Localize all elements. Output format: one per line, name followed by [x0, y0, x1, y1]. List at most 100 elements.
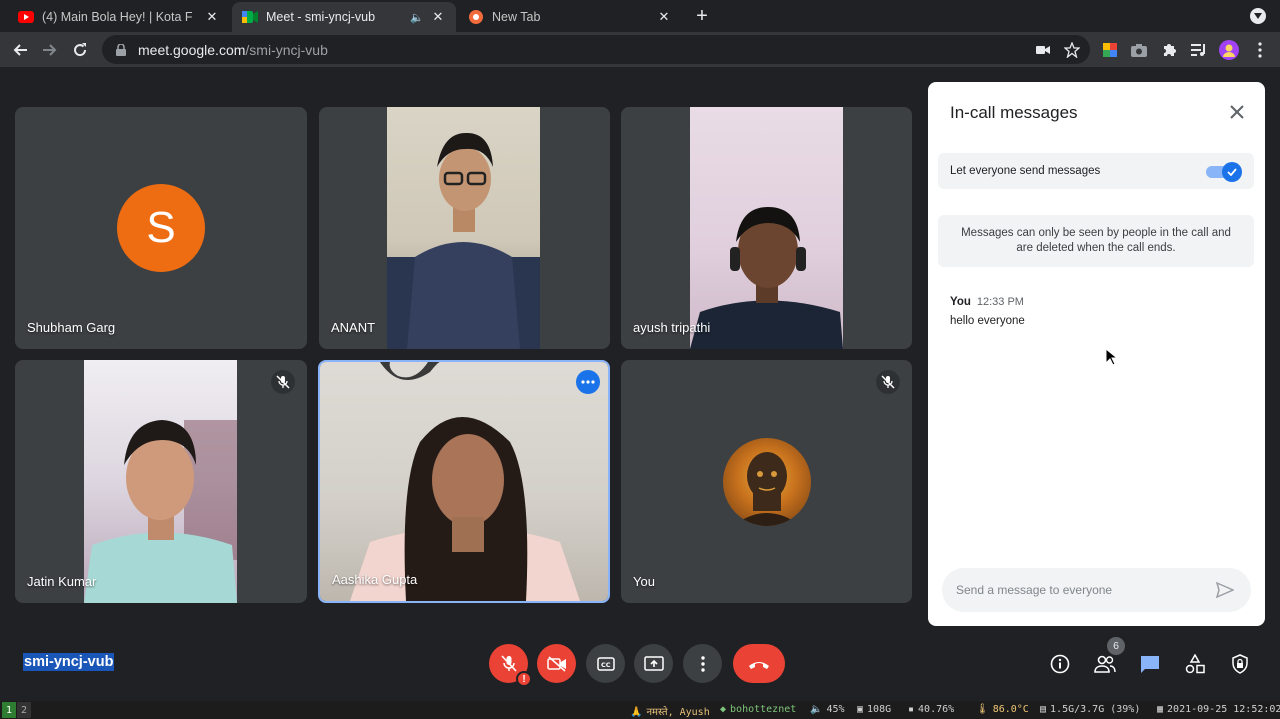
more-vert-icon — [700, 655, 705, 672]
forward-arrow-icon — [43, 44, 57, 56]
lock-icon[interactable] — [114, 43, 128, 57]
browser-tab-strip: (4) Main Bola Hey! | Kota F ✕ Meet - smi… — [0, 0, 1280, 32]
people-icon — [1094, 655, 1116, 673]
participant-tile[interactable]: ANANT — [319, 107, 610, 349]
reload-button[interactable] — [68, 38, 92, 62]
avatar: S — [117, 184, 205, 272]
chat-panel: In-call messages Let everyone send messa… — [928, 82, 1265, 626]
chat-info-notice: Messages can only be seen by people in t… — [938, 215, 1254, 267]
leave-call-button[interactable] — [733, 644, 785, 683]
volume-text: 45% — [826, 704, 845, 715]
disk-text: 108G — [867, 704, 892, 715]
screenshot-extension-icon[interactable] — [1129, 40, 1149, 60]
participant-name: Aashika Gupta — [332, 572, 418, 587]
mic-off-icon — [271, 370, 295, 394]
address-bar[interactable]: meet.google.com/smi-yncj-vub — [102, 35, 1090, 64]
closed-captions-icon: CC — [596, 656, 615, 671]
svg-text:CC: CC — [601, 661, 611, 669]
tab-search-button[interactable] — [1250, 8, 1266, 24]
tab-youtube[interactable]: (4) Main Bola Hey! | Kota F ✕ — [8, 2, 230, 32]
person-silhouette — [350, 362, 580, 601]
close-tab-icon[interactable]: ✕ — [430, 9, 446, 25]
extension-sheets-icon[interactable] — [1100, 40, 1120, 60]
datetime-status: ▦ 2021-09-25 12:52:02 — [1157, 704, 1280, 715]
person-silhouette — [690, 207, 843, 349]
message-text: hello everyone — [950, 315, 1025, 327]
browser-toolbar: meet.google.com/smi-yncj-vub — [0, 32, 1280, 67]
meeting-details-button[interactable] — [1048, 652, 1072, 676]
check-icon — [1227, 168, 1237, 176]
more-options-button[interactable] — [683, 644, 722, 683]
back-button[interactable] — [8, 38, 32, 62]
present-screen-button[interactable] — [634, 644, 673, 683]
calendar-icon: ▦ — [1157, 704, 1164, 715]
chat-button[interactable] — [1138, 652, 1162, 676]
meeting-code[interactable]: smi-yncj-vub — [23, 653, 115, 671]
send-button[interactable] — [1213, 578, 1237, 602]
captions-button[interactable]: CC — [586, 644, 625, 683]
url-domain: meet.google.com — [138, 41, 246, 58]
chat-message: You 12:33 PM hello everyone — [950, 292, 1025, 327]
chevron-down-icon — [1254, 13, 1262, 19]
present-screen-icon — [643, 655, 664, 671]
shield-lock-icon — [1232, 654, 1248, 674]
close-tab-icon[interactable]: ✕ — [204, 9, 220, 25]
wifi-icon: ◆ — [720, 704, 727, 715]
participant-tile[interactable]: Aashika Gupta — [318, 360, 610, 603]
forward-button[interactable] — [38, 38, 62, 62]
more-options-button[interactable] — [576, 370, 600, 394]
close-panel-button[interactable] — [1227, 102, 1247, 122]
brave-icon — [468, 9, 484, 25]
profile-picture-icon — [733, 452, 801, 526]
participant-tile[interactable]: You — [621, 360, 912, 603]
thermometer-icon: 🌡 — [976, 704, 989, 715]
send-icon — [1216, 582, 1234, 598]
participant-video — [320, 362, 608, 601]
chat-input[interactable] — [956, 583, 1213, 597]
people-button[interactable] — [1093, 652, 1117, 676]
let-everyone-send-toggle[interactable] — [1206, 162, 1242, 182]
panel-title: In-call messages — [950, 103, 1078, 122]
participant-tile[interactable]: Jatin Kumar — [15, 360, 307, 603]
temperature-status: 🌡 86.0°C — [976, 704, 1029, 715]
host-controls-button[interactable] — [1228, 652, 1252, 676]
bookmark-star-icon[interactable] — [1062, 40, 1082, 60]
person-silhouette — [84, 420, 237, 603]
memory-status: ▤ 1.5G/3.7G (39%) — [1040, 704, 1140, 715]
greeting-text: नमस्ते, Ayush — [646, 707, 710, 718]
mic-off-icon — [876, 370, 900, 394]
close-tab-icon[interactable]: ✕ — [656, 9, 672, 25]
participant-name: Jatin Kumar — [27, 574, 97, 589]
extensions-puzzle-icon[interactable] — [1159, 40, 1179, 60]
tab-new-tab[interactable]: New Tab ✕ — [458, 2, 682, 32]
browser-menu-icon[interactable] — [1250, 40, 1270, 60]
workspace-1[interactable]: 1 — [2, 702, 16, 718]
back-arrow-icon — [13, 44, 27, 56]
new-tab-button[interactable]: + — [690, 4, 714, 28]
reload-icon — [74, 43, 87, 57]
participant-tile[interactable]: ayush tripathi — [621, 107, 912, 349]
participant-video — [84, 360, 237, 603]
hang-up-icon — [749, 661, 769, 669]
camera-off-icon — [546, 655, 566, 672]
profile-avatar-icon[interactable] — [1219, 40, 1239, 60]
speaker-icon[interactable]: 🔈 — [410, 11, 424, 24]
activities-icon — [1185, 654, 1205, 674]
message-time: 12:33 PM — [976, 296, 1024, 308]
participant-name: ANANT — [331, 320, 376, 335]
camera-in-use-icon[interactable] — [1033, 40, 1053, 60]
toggle-camera-button[interactable] — [537, 644, 576, 683]
participant-tile[interactable]: S Shubham Garg — [15, 107, 307, 349]
tab-title: New Tab — [492, 10, 541, 24]
datetime-text: 2021-09-25 12:52:02 — [1167, 704, 1280, 715]
media-controls-icon[interactable] — [1189, 40, 1209, 60]
tab-meet[interactable]: Meet - smi-yncj-vub 🔈 ✕ — [232, 2, 456, 32]
let-everyone-send-row: Let everyone send messages — [938, 153, 1254, 189]
toggle-label: Let everyone send messages — [950, 165, 1101, 177]
more-horiz-icon — [581, 380, 595, 384]
avatar — [723, 438, 811, 526]
workspace-2[interactable]: 2 — [17, 702, 31, 718]
activities-button[interactable] — [1183, 652, 1207, 676]
toggle-mic-button[interactable]: ! — [489, 644, 532, 687]
warning-icon: ! — [516, 671, 532, 687]
